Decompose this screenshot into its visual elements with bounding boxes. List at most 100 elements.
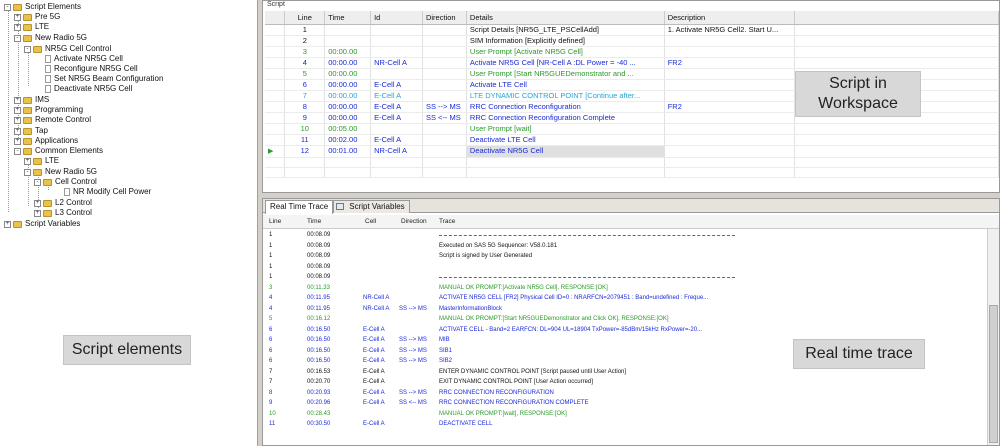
script-row[interactable]: 1 Script Details [NR5G_LTE_PSCellAdd] 1. A… bbox=[265, 24, 999, 36]
tree-item-nr5g-cell-control[interactable]: - NR5G Cell Control bbox=[24, 44, 111, 54]
trace-separator bbox=[439, 277, 735, 278]
script-cell-time: 00:00.00 bbox=[324, 68, 372, 80]
trace-row[interactable]: 1 00:08.09 Script is signed by User Genera… bbox=[263, 252, 973, 262]
empty-cell bbox=[284, 157, 326, 168]
empty-cell bbox=[324, 157, 372, 168]
expand-icon[interactable]: + bbox=[14, 127, 21, 135]
trace-row[interactable]: 7 00:20.70 E-Cell A EXIT DYNAMIC CONTROL PO… bbox=[263, 378, 973, 388]
tree-item-lte[interactable]: + LTE bbox=[24, 156, 59, 166]
expand-icon[interactable]: + bbox=[4, 220, 11, 228]
tree-item-script-variables[interactable]: + Script Variables bbox=[4, 219, 80, 229]
trace-scrollbar[interactable] bbox=[987, 229, 999, 445]
tree-item-deactivate-nr5g-cell[interactable]: Deactivate NR5G Cell bbox=[45, 84, 132, 94]
trace-col-trace[interactable]: Trace bbox=[439, 218, 455, 225]
script-row[interactable]: 11 00:02.00 E-Cell A Deactivate LTE Cell bbox=[265, 134, 999, 146]
tree-item-remote-control[interactable]: + Remote Control bbox=[14, 115, 91, 125]
script-element-icon bbox=[45, 85, 51, 93]
trace-col-direction[interactable]: Direction bbox=[401, 218, 427, 225]
tree-item-activate-nr5g-cell[interactable]: Activate NR5G Cell bbox=[45, 54, 123, 64]
trace-cell-text: RRC CONNECTION RECONFIGURATION COMPLETE bbox=[439, 400, 589, 406]
expand-icon[interactable]: + bbox=[24, 157, 31, 165]
trace-tabs: Real Time Trace Script Variables bbox=[263, 199, 999, 214]
empty-cell bbox=[370, 157, 423, 168]
script-cell-details: Activate NR5G Cell [NR-Cell A :DL Power … bbox=[466, 57, 665, 69]
trace-cell-cell: NR-Cell A bbox=[363, 305, 390, 312]
collapse-icon[interactable]: - bbox=[14, 147, 21, 155]
trace-row[interactable]: 5 00:16.12 MANUAL OK PROMPT:[Start NR5GUED… bbox=[263, 315, 973, 325]
tab-script-variables[interactable]: Script Variables bbox=[333, 200, 410, 213]
tree-item-new-radio-5g[interactable]: - New Radio 5G bbox=[24, 167, 97, 177]
tree-item-lte[interactable]: + LTE bbox=[14, 22, 49, 32]
tab-real-time-trace[interactable]: Real Time Trace bbox=[265, 200, 334, 214]
tree-item-l2-control[interactable]: + L2 Control bbox=[34, 198, 92, 208]
script-row[interactable]: 3 00:00.00 User Prompt [Activate NR5G Cell… bbox=[265, 46, 999, 58]
expand-icon[interactable]: + bbox=[14, 116, 21, 124]
expand-icon[interactable]: + bbox=[14, 13, 21, 21]
expand-icon[interactable]: + bbox=[14, 106, 21, 114]
collapse-icon[interactable]: - bbox=[24, 168, 31, 176]
collapse-icon[interactable]: - bbox=[34, 178, 41, 186]
trace-row[interactable]: 11 00:30.50 E-Cell A DEACTIVATE CELL bbox=[263, 420, 973, 430]
script-row[interactable]: 10 00:05.00 User Prompt [wait] bbox=[265, 123, 999, 135]
expand-icon[interactable]: + bbox=[34, 199, 41, 207]
trace-cell-direction: SS --> MS bbox=[399, 347, 427, 354]
trace-cell-text: MANUAL OK PROMPT:[Start NR5GUEDemonstrat… bbox=[439, 316, 669, 322]
trace-row[interactable]: 8 00:20.93 E-Cell A SS --> MS RRC CONNECTION… bbox=[263, 389, 973, 399]
trace-scrollbar-thumb[interactable] bbox=[989, 305, 998, 443]
trace-col-cell[interactable]: Cell bbox=[365, 218, 376, 225]
trace-row[interactable]: 1 00:08.09 Executed on SAS 5G Sequencer: V… bbox=[263, 242, 973, 252]
collapse-icon[interactable]: - bbox=[14, 34, 21, 42]
tree-item-cell-control[interactable]: - Cell Control bbox=[34, 177, 97, 187]
script-cell-gutter bbox=[265, 101, 286, 113]
trace-cell-cell: E-Cell A bbox=[363, 337, 385, 343]
trace-row[interactable]: 4 00:11.95 NR-Cell A SS --> MS MasterInforma… bbox=[263, 305, 973, 315]
trace-row[interactable]: 4 00:11.95 NR-Cell A ACTIVATE NR5G CELL [FR… bbox=[263, 294, 973, 304]
tree-item-programming[interactable]: + Programming bbox=[14, 105, 83, 115]
tree-item-tap[interactable]: + Tap bbox=[14, 126, 48, 136]
expand-icon[interactable]: + bbox=[14, 23, 21, 31]
trace-row[interactable]: 9 00:20.96 E-Cell A SS <-- MS RRC CONNECTION… bbox=[263, 399, 973, 409]
tree-item-nr-modify-cell-power[interactable]: NR Modify Cell Power bbox=[64, 187, 151, 197]
script-cell-gutter bbox=[265, 46, 286, 58]
tree-item-reconfigure-nr5g-cell[interactable]: Reconfigure NR5G Cell bbox=[45, 64, 138, 74]
trace-row[interactable]: 1 00:08.09 bbox=[263, 273, 973, 283]
trace-cell-line: 1 bbox=[269, 274, 273, 280]
trace-row[interactable]: 6 00:16.50 E-Cell A ACTIVATE CELL - Band=2 … bbox=[263, 326, 973, 336]
script-row[interactable]: 4 00:00.00 NR-Cell A Activate NR5G Cell [NR… bbox=[265, 57, 999, 69]
tree-item-common-elements[interactable]: - Common Elements bbox=[14, 146, 103, 156]
script-row[interactable]: 2 SIM Information [Explicitly defined] bbox=[265, 35, 999, 47]
tree-item-pre-5g[interactable]: + Pre 5G bbox=[14, 12, 60, 22]
col-header-description[interactable]: Description bbox=[664, 11, 795, 25]
collapse-icon[interactable]: - bbox=[4, 3, 11, 11]
tree-item-script-elements[interactable]: - Script Elements bbox=[4, 2, 81, 12]
tree-item-l3-control[interactable]: + L3 Control bbox=[34, 208, 92, 218]
trace-row[interactable]: 1 00:08.09 bbox=[263, 231, 973, 241]
script-cell-line: 6 bbox=[284, 79, 326, 91]
folder-icon bbox=[23, 13, 32, 21]
trace-col-time[interactable]: Time bbox=[307, 218, 321, 225]
trace-col-line[interactable]: Line bbox=[269, 218, 281, 225]
trace-cell-line: 10 bbox=[269, 410, 276, 417]
col-header-id[interactable]: Id bbox=[370, 11, 423, 25]
script-cell-direction bbox=[422, 79, 467, 91]
col-header-direction[interactable]: Direction bbox=[422, 11, 467, 25]
col-header-time[interactable]: Time bbox=[324, 11, 372, 25]
expand-icon[interactable]: + bbox=[14, 96, 21, 104]
col-header-line[interactable]: Line bbox=[284, 11, 326, 25]
tree-item-ims[interactable]: + IMS bbox=[14, 95, 49, 105]
tree-item-label: NR5G Cell Control bbox=[45, 44, 112, 53]
tree-item-new-radio-5g[interactable]: - New Radio 5G bbox=[14, 33, 87, 43]
expand-icon[interactable]: + bbox=[34, 209, 41, 217]
expand-icon[interactable]: + bbox=[14, 137, 21, 145]
collapse-icon[interactable]: - bbox=[24, 45, 31, 53]
trace-row[interactable]: 10 00:28.43 MANUAL OK PROMPT:[wait], RESPO… bbox=[263, 410, 973, 420]
trace-cell-line: 7 bbox=[269, 379, 273, 385]
trace-row[interactable]: 1 00:08.09 bbox=[263, 263, 973, 273]
script-row[interactable]: ▶ 12 00:01.00 NR-Cell A Deactivate NR5G Cell bbox=[265, 145, 999, 158]
tree-item-applications[interactable]: + Applications bbox=[14, 136, 78, 146]
trace-row[interactable]: 3 00:11.33 MANUAL OK PROMPT:[Activate NR5G… bbox=[263, 284, 973, 294]
trace-cell-cell: NR-Cell A bbox=[363, 295, 390, 301]
col-header-details[interactable]: Details bbox=[466, 11, 665, 25]
script-cell-id bbox=[370, 35, 423, 47]
tree-item-set-nr5g-beam-configuration[interactable]: Set NR5G Beam Configuration bbox=[45, 74, 163, 84]
